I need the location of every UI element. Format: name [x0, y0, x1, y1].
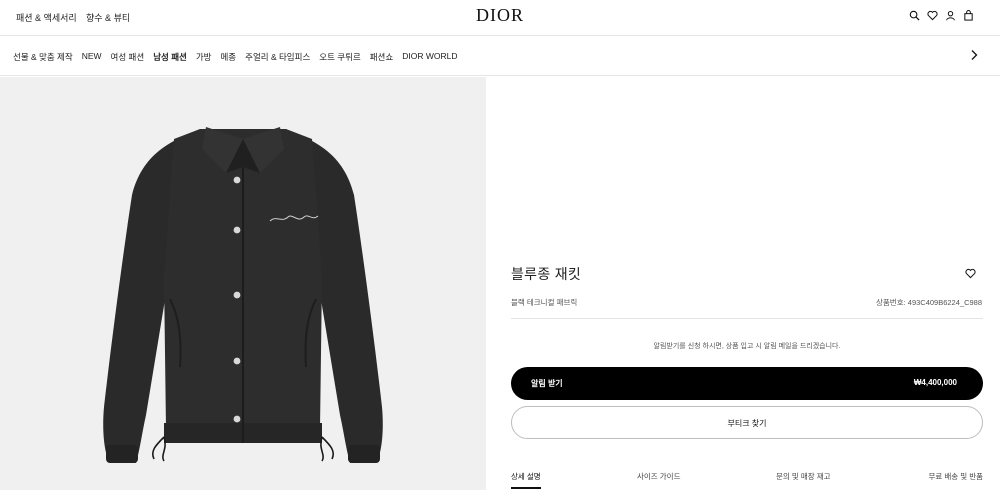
nav-item-new[interactable]: NEW: [82, 51, 102, 63]
find-boutique-button[interactable]: 부티크 찾기: [511, 406, 983, 439]
nav-item-jewelry[interactable]: 주얼리 & 타임피스: [245, 51, 310, 63]
user-icon[interactable]: [945, 10, 956, 21]
heart-icon[interactable]: [927, 10, 938, 21]
top-bar: 패션 & 액세서리 향수 & 뷰티 DIOR: [0, 0, 1000, 36]
brand-logo[interactable]: DIOR: [0, 5, 1000, 26]
main-nav: 선물 & 맞춤 제작 NEW 여성 패션 남성 패션 가방 메종 주얼리 & 타…: [0, 37, 1000, 76]
restock-notice: 알림받기를 신청 하시면, 상품 입고 시 알림 메일을 드리겠습니다.: [653, 343, 841, 350]
notify-me-button[interactable]: 알림 받기 ₩4,400,000: [511, 367, 983, 400]
tab-free-shipping-returns[interactable]: 무료 배송 및 반품: [928, 471, 983, 482]
wishlist-heart-icon[interactable]: [965, 268, 976, 279]
search-icon[interactable]: [909, 10, 920, 21]
active-tab-indicator: [511, 487, 541, 489]
product-subtitle: 블랙 테크니컬 패브릭: [511, 298, 578, 307]
nav-item-dior-world[interactable]: DIOR WORLD: [402, 51, 457, 63]
top-icons: [909, 10, 974, 21]
divider: [511, 318, 983, 319]
tab-size-guide[interactable]: 사이즈 가이드: [637, 471, 680, 482]
product-price: ₩4,400,000: [913, 378, 957, 387]
product-title: 블루종 재킷: [511, 266, 582, 282]
nav-items: 선물 & 맞춤 제작 NEW 여성 패션 남성 패션 가방 메종 주얼리 & 타…: [13, 51, 457, 63]
tab-description[interactable]: 상세 설명: [511, 471, 541, 482]
detail-tabs: 상세 설명 사이즈 가이드 문의 및 매장 재고 무료 배송 및 반품: [511, 470, 983, 490]
jacket-illustration: [103, 127, 383, 463]
bag-icon[interactable]: [963, 10, 974, 21]
nav-item-shows[interactable]: 패션쇼: [370, 51, 393, 63]
nav-item-gifts[interactable]: 선물 & 맞춤 제작: [13, 51, 73, 63]
product-info: 블루종 재킷 블랙 테크니컬 패브릭 상품번호: 493C409B6224_C9…: [486, 77, 1000, 490]
chevron-right-icon[interactable]: [970, 49, 978, 61]
nav-item-maison[interactable]: 메종: [220, 51, 236, 63]
product-sku: 상품번호: 493C409B6224_C988: [876, 298, 982, 307]
nav-item-men[interactable]: 남성 패션: [153, 51, 187, 63]
nav-item-women[interactable]: 여성 패션: [111, 51, 145, 63]
nav-item-haute-couture[interactable]: 오트 쿠튀르: [319, 51, 360, 63]
product-image: [0, 77, 486, 490]
nav-item-bags[interactable]: 가방: [196, 51, 212, 63]
tab-inquiry-stock[interactable]: 문의 및 매장 재고: [776, 471, 831, 482]
find-boutique-label: 부티크 찾기: [727, 419, 767, 428]
notify-me-label: 알림 받기: [531, 379, 563, 388]
